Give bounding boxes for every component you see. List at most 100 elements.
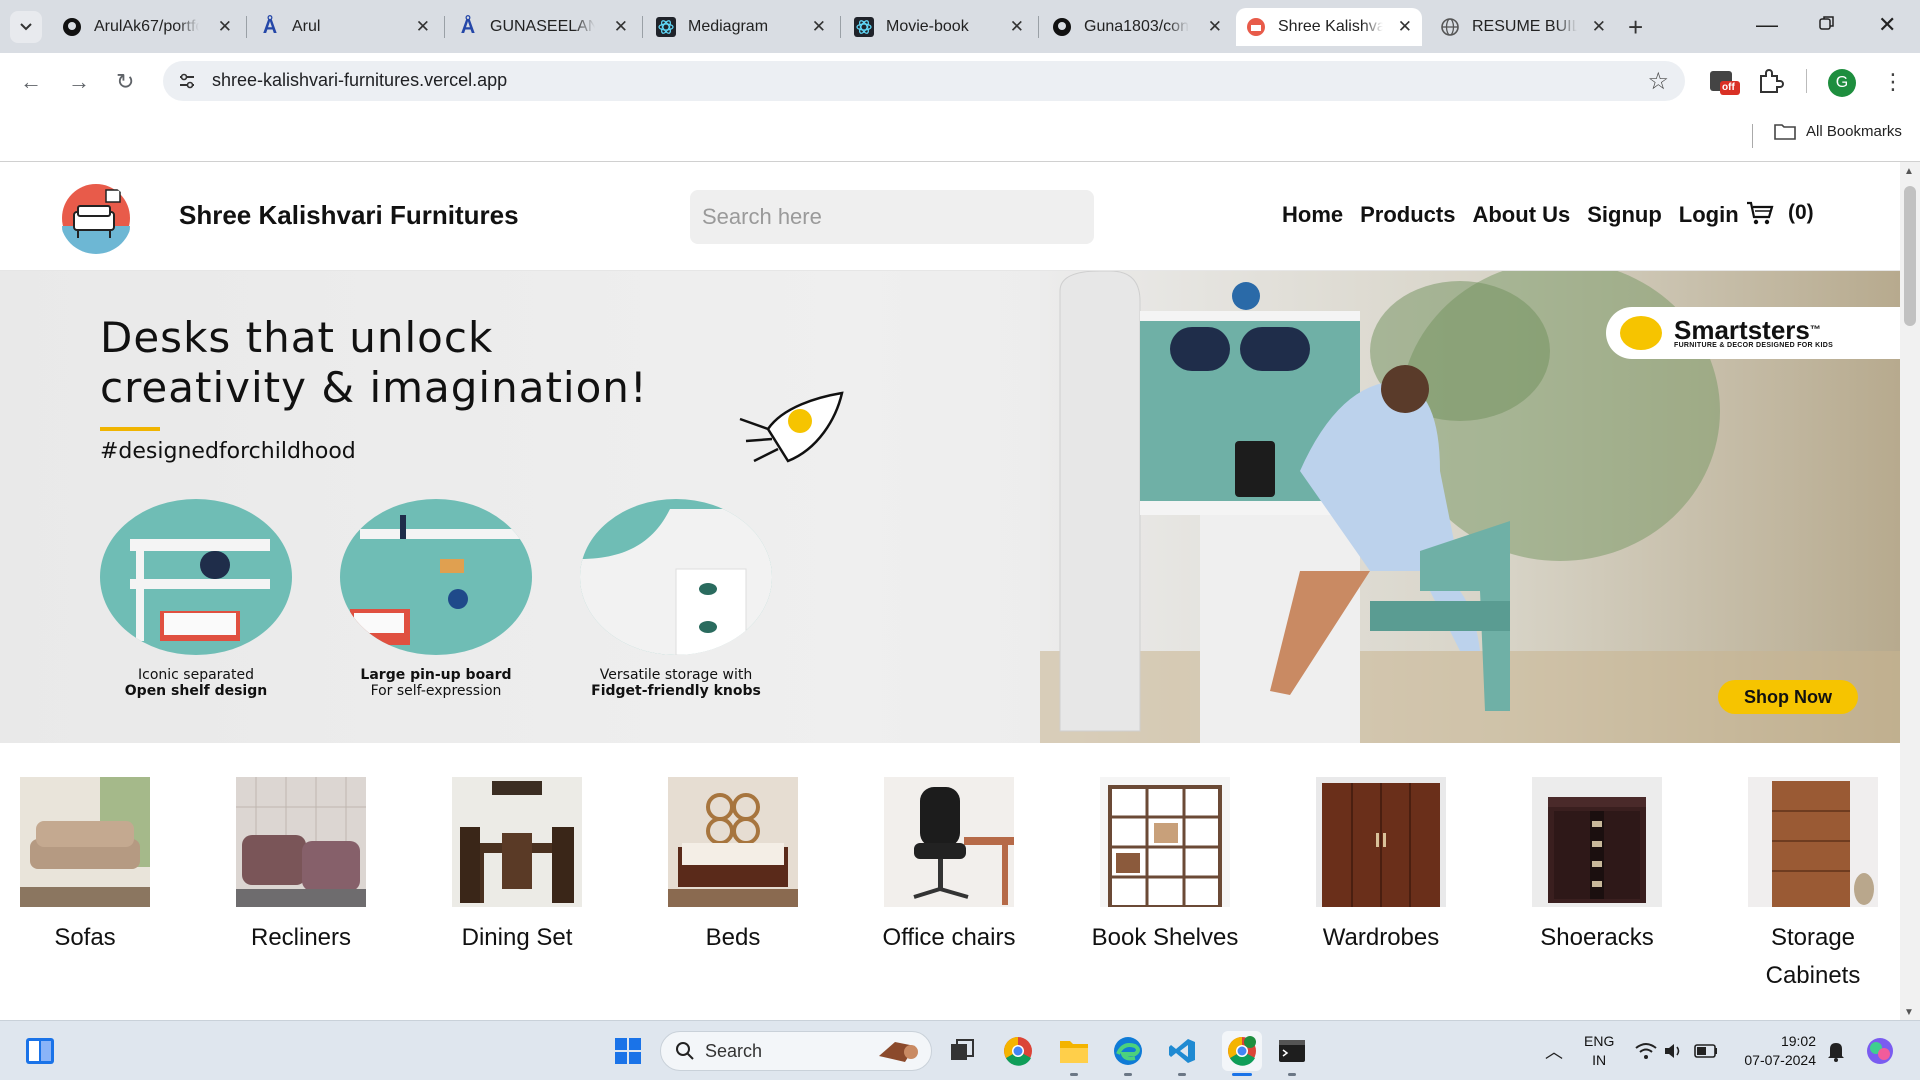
shop-now-button[interactable]: Shop Now [1718,680,1858,714]
feature-line-2: Fidget-friendly knobs [591,683,761,699]
tab-portfolio[interactable]: ArulAk67/portfolio ✕ [52,8,242,46]
category-image-office-chairs [884,777,1014,907]
site-search-input[interactable] [690,190,1094,244]
chrome-profile-taskbar-icon[interactable] [1222,1031,1262,1071]
chevron-up-icon[interactable]: ︿ [1538,1035,1570,1067]
category-dining-set[interactable]: Dining Set [427,777,607,957]
scroll-down-icon[interactable]: ▼ [1904,1007,1914,1018]
category-image-wardrobes [1316,777,1446,907]
feature-pin-up-board: Large pin-up board For self-expression [336,499,536,699]
minimize-icon[interactable]: — [1756,12,1778,38]
nav-signup[interactable]: Signup [1587,202,1662,228]
nav-login[interactable]: Login [1679,202,1739,228]
tab-arul[interactable]: Å Arul ✕ [250,8,440,46]
close-icon[interactable]: ✕ [1398,17,1412,37]
extension-badge: off [1722,82,1735,93]
scroll-up-icon[interactable]: ▲ [1904,166,1914,177]
category-shoeracks[interactable]: Shoeracks [1507,777,1687,957]
profile-avatar[interactable]: G [1828,69,1856,97]
language-indicator[interactable]: ENG IN [1584,1032,1614,1070]
category-label: Book Shelves [1091,924,1239,951]
tab-movie-book[interactable]: Movie-book ✕ [844,8,1034,46]
category-image-beds [668,777,798,907]
notification-bell-icon[interactable] [1820,1035,1852,1067]
category-office-chairs[interactable]: Office chairs [859,777,1039,957]
smartsters-subtitle: FURNITURE & DECOR DESIGNED FOR KIDS [1674,341,1834,349]
tab-gunaseelan[interactable]: Å GUNASEELAN M ✕ [448,8,638,46]
reload-icon[interactable]: ↻ [116,69,134,95]
terminal-icon[interactable] [1276,1035,1308,1067]
category-beds[interactable]: Beds [643,777,823,957]
copilot-icon[interactable] [1864,1035,1896,1067]
close-icon[interactable]: ✕ [614,17,628,37]
category-label: Dining Set [461,924,573,951]
widgets-icon[interactable] [24,1035,56,1067]
hero-banner[interactable]: Desks that unlock creativity & imaginati… [0,271,1900,743]
close-icon[interactable]: ✕ [1592,17,1606,37]
cart-count: (0) [1788,201,1814,224]
category-label: Beds [705,924,761,951]
feature-line-1: Large pin-up board [360,667,512,683]
tab-resume-builder[interactable]: RESUME BUILDER ✕ [1430,8,1616,46]
category-book-shelves[interactable]: Book Shelves [1075,777,1255,957]
extension-off-icon[interactable]: off [1708,67,1740,104]
category-recliners[interactable]: Recliners [211,777,391,957]
window-close-icon[interactable]: ✕ [1878,12,1896,38]
chrome-taskbar-icon[interactable] [1002,1035,1034,1067]
hero-hashtag: #designedforchildhood [100,439,356,464]
category-label: Storage Cabinets [1765,924,1861,989]
scrollbar-thumb[interactable] [1904,186,1916,326]
tab-shree-kalishvari[interactable]: Shree Kalishvari Furnitures ✕ [1236,8,1422,46]
web-page: Shree Kalishvari Furnitures Home Product… [0,162,1900,1020]
cart-button[interactable]: (0) [1746,200,1814,226]
tab-contact[interactable]: Guna1803/contact ✕ [1042,8,1232,46]
nav-home[interactable]: Home [1282,202,1343,228]
task-view-icon[interactable] [946,1035,978,1067]
vscode-icon[interactable] [1166,1035,1198,1067]
url-text[interactable]: shree-kalishvari-furnitures.vercel.app [212,70,507,91]
file-explorer-icon[interactable] [1058,1035,1090,1067]
tab-label: Arul [292,18,321,35]
github-icon [62,17,82,37]
tab-search-button[interactable] [10,11,42,43]
tab-label: Movie-book [886,18,969,35]
site-brand-name[interactable]: Shree Kalishvari Furnitures [179,200,519,231]
smartsters-name: Smartsters [1674,314,1810,345]
extensions-puzzle-icon[interactable] [1756,67,1784,100]
category-wardrobes[interactable]: Wardrobes [1291,777,1471,957]
bookmark-star-icon[interactable]: ☆ [1647,67,1669,96]
tab-label: GUNASEELAN M [490,18,595,35]
close-icon[interactable]: ✕ [416,17,430,37]
close-icon[interactable]: ✕ [218,17,232,37]
all-bookmarks-button[interactable]: All Bookmarks [1774,122,1902,140]
nav-about-us[interactable]: About Us [1472,202,1570,228]
address-bar[interactable]: shree-kalishvari-furnitures.vercel.app ☆ [163,61,1685,101]
clock[interactable]: 19:02 07-07-2024 [1736,1032,1816,1070]
nav-products[interactable]: Products [1360,202,1455,228]
tab-mediagram[interactable]: Mediagram ✕ [646,8,836,46]
taskbar-search[interactable]: Search [660,1031,932,1071]
taskbar-search-label: Search [705,1040,763,1061]
new-tab-plus-icon[interactable]: + [1628,12,1643,43]
windows-start-icon[interactable] [612,1035,644,1067]
volume-icon[interactable] [1658,1035,1690,1067]
category-storage-cabinets[interactable]: Storage Cabinets [1723,777,1900,995]
arul-a-icon: Å [460,15,476,38]
forward-arrow-icon[interactable]: → [68,69,90,95]
close-icon[interactable]: ✕ [812,17,826,37]
edge-icon[interactable] [1112,1035,1144,1067]
smartsters-badge[interactable]: Smartsters™ FURNITURE & DECOR DESIGNED F… [1606,307,1900,359]
close-icon[interactable]: ✕ [1010,17,1024,37]
page-scrollbar[interactable]: ▲ ▼ [1900,162,1920,1020]
battery-icon[interactable] [1690,1035,1722,1067]
restore-icon[interactable] [1818,12,1836,38]
category-image-storage-cabinets [1748,777,1878,907]
site-logo[interactable] [60,182,132,254]
globe-icon [1440,17,1460,37]
back-arrow-icon[interactable]: ← [20,69,42,95]
more-menu-icon[interactable]: ⋮ [1882,69,1904,95]
category-sofas[interactable]: Sofas [0,777,175,957]
tab-label: Shree Kalishvari Furnitures [1278,18,1383,35]
close-icon[interactable]: ✕ [1208,17,1222,37]
site-settings-icon[interactable] [177,71,197,91]
